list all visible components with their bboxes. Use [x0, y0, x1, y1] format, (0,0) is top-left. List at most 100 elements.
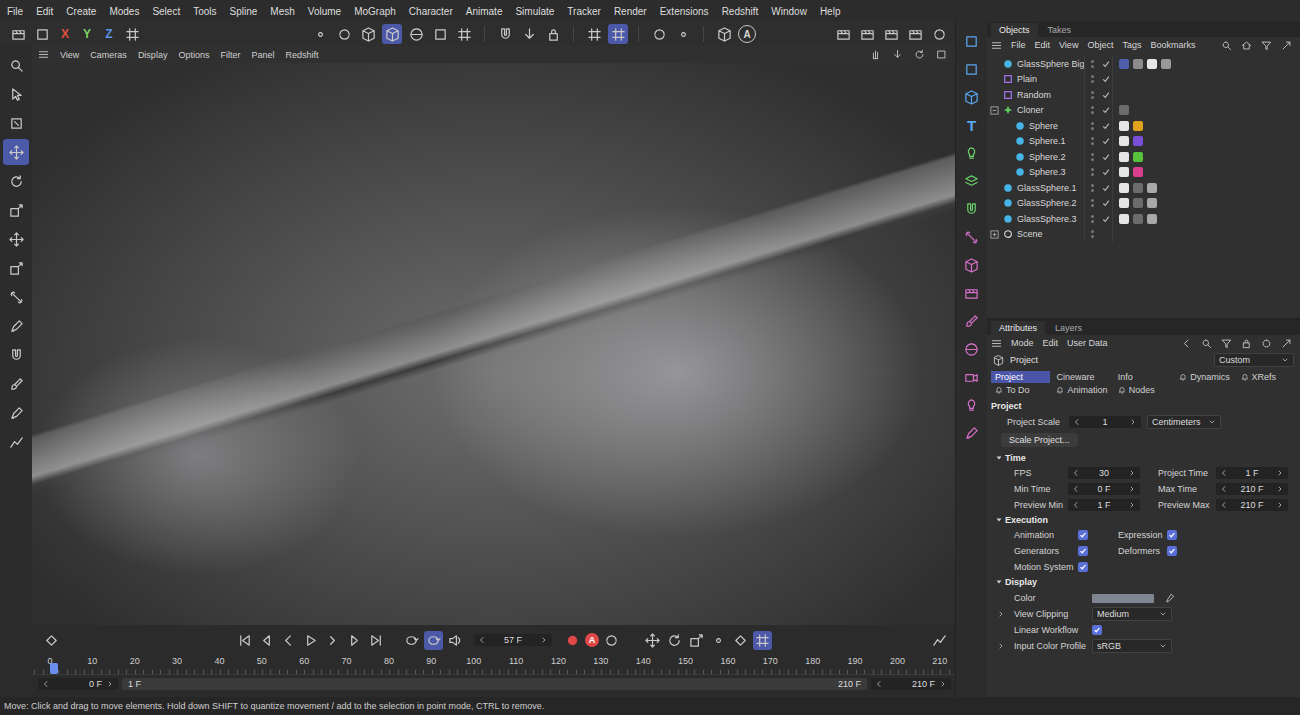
keyframe-selection-button[interactable] [602, 631, 621, 650]
start-field[interactable]: 0 F [38, 678, 118, 690]
page-tab[interactable]: Nodes [1114, 384, 1173, 396]
page-tab[interactable]: To Do [991, 384, 1050, 396]
tag[interactable] [1119, 214, 1129, 224]
object-menu-item[interactable]: Bookmarks [1150, 40, 1195, 50]
enabled-toggle[interactable] [1099, 149, 1113, 165]
prev-frame-button[interactable] [279, 631, 298, 650]
tool-button[interactable] [3, 284, 29, 310]
panel-tab[interactable]: Takes [1040, 23, 1080, 37]
decrement-icon[interactable] [1220, 485, 1228, 493]
render-region-button[interactable] [673, 24, 693, 44]
decrement-icon[interactable] [1072, 469, 1080, 477]
section-header[interactable]: Time [987, 450, 1300, 466]
loop-button[interactable] [424, 631, 443, 650]
number-field[interactable]: 0 F [1068, 483, 1140, 495]
expander[interactable] [989, 74, 999, 84]
expander[interactable] [989, 121, 999, 131]
tool-button[interactable] [3, 81, 29, 107]
panel-tab[interactable]: Attributes [991, 321, 1045, 335]
tag[interactable] [1147, 183, 1157, 193]
enabled-toggle[interactable] [1099, 103, 1113, 119]
menu-item[interactable]: Window [771, 6, 807, 17]
visibility-dots[interactable] [1085, 199, 1099, 207]
panel-tab[interactable]: Layers [1047, 321, 1090, 335]
object-row[interactable]: Random [987, 87, 1300, 103]
panel-tab[interactable]: Objects [991, 23, 1038, 37]
render-button[interactable] [881, 24, 901, 44]
search-icon[interactable] [1201, 338, 1212, 349]
menu-item[interactable]: Select [152, 6, 180, 17]
key-filter-button[interactable] [753, 631, 772, 650]
project-scale-field[interactable]: 1 [1069, 416, 1141, 428]
enabled-toggle[interactable] [1099, 180, 1113, 196]
undo-button[interactable] [8, 24, 28, 44]
hand-icon[interactable] [870, 49, 881, 60]
decrement-icon[interactable] [1220, 501, 1228, 509]
increment-icon[interactable] [1128, 501, 1136, 509]
palette-button[interactable] [961, 170, 983, 192]
tool-button[interactable] [3, 429, 29, 455]
tag[interactable] [1119, 59, 1129, 69]
expander[interactable] [989, 198, 999, 208]
key-filter-button[interactable] [643, 631, 662, 650]
tag[interactable] [1133, 136, 1143, 146]
frame-ruler[interactable]: 0102030405060708090100110120130140150160… [32, 655, 955, 675]
object-menu-item[interactable]: Edit [1035, 40, 1051, 50]
menu-item[interactable]: Animate [466, 6, 503, 17]
tag[interactable] [1119, 152, 1129, 162]
tag[interactable] [1161, 59, 1171, 69]
menu-item[interactable]: Create [66, 6, 96, 17]
key-button[interactable] [42, 631, 61, 650]
auto-button[interactable]: A [738, 25, 756, 43]
checkbox[interactable] [1167, 530, 1177, 540]
object-menu-item[interactable]: View [1059, 40, 1078, 50]
back-arrow-icon[interactable] [1181, 338, 1192, 349]
mode-dropdown[interactable]: Custom [1214, 353, 1294, 367]
increment-icon[interactable] [1129, 418, 1137, 426]
palette-button[interactable] [961, 30, 983, 52]
key-filter-button[interactable] [687, 631, 706, 650]
tag[interactable] [1119, 198, 1129, 208]
checkbox[interactable] [1078, 546, 1088, 556]
viewport-menu-item[interactable]: Filter [220, 50, 240, 60]
checkbox[interactable] [1167, 546, 1177, 556]
expander[interactable] [989, 90, 999, 100]
down-arrow-icon[interactable] [892, 49, 903, 60]
enabled-toggle[interactable] [1099, 211, 1113, 227]
scale-project-button[interactable]: Scale Project... [1001, 433, 1078, 447]
expander[interactable] [989, 105, 999, 115]
object-row[interactable]: GlassSphere.1 [987, 180, 1300, 196]
palette-button[interactable] [961, 86, 983, 108]
render-button[interactable] [857, 24, 877, 44]
go-end-button[interactable] [367, 631, 386, 650]
rotate-icon[interactable] [914, 49, 925, 60]
menu-item[interactable]: Spline [230, 6, 258, 17]
number-field[interactable]: 30 [1068, 467, 1140, 479]
visibility-dots[interactable] [1085, 106, 1099, 114]
coordinate-button[interactable] [122, 24, 142, 44]
tool-button[interactable] [3, 255, 29, 281]
eyedropper-icon[interactable] [1164, 593, 1175, 604]
object-menu-item[interactable]: Object [1087, 40, 1113, 50]
record-button[interactable] [563, 631, 582, 650]
object-row[interactable]: Sphere.3 [987, 165, 1300, 181]
menu-item[interactable]: Character [409, 6, 453, 17]
enabled-toggle[interactable] [1099, 56, 1113, 72]
object-row[interactable]: GlassSphere.2 [987, 196, 1300, 212]
object-menu-item[interactable]: Tags [1122, 40, 1141, 50]
solo-button[interactable] [649, 24, 669, 44]
mode-button[interactable] [406, 24, 426, 44]
checkbox[interactable] [1078, 562, 1088, 572]
render-settings-button[interactable] [32, 24, 52, 44]
tool-button[interactable] [3, 342, 29, 368]
enabled-toggle[interactable] [1099, 134, 1113, 150]
viewport-menu-item[interactable]: Display [138, 50, 168, 60]
attribute-menu-item[interactable]: Edit [1043, 338, 1059, 348]
color-swatch[interactable] [1092, 594, 1154, 603]
tag[interactable] [1133, 183, 1143, 193]
subfield-toggle[interactable] [997, 610, 1014, 618]
hamburger-icon[interactable] [991, 40, 1002, 51]
viewport-menu-item[interactable]: Redshift [285, 50, 318, 60]
tag[interactable] [1119, 167, 1129, 177]
menu-item[interactable]: Extensions [660, 6, 709, 17]
